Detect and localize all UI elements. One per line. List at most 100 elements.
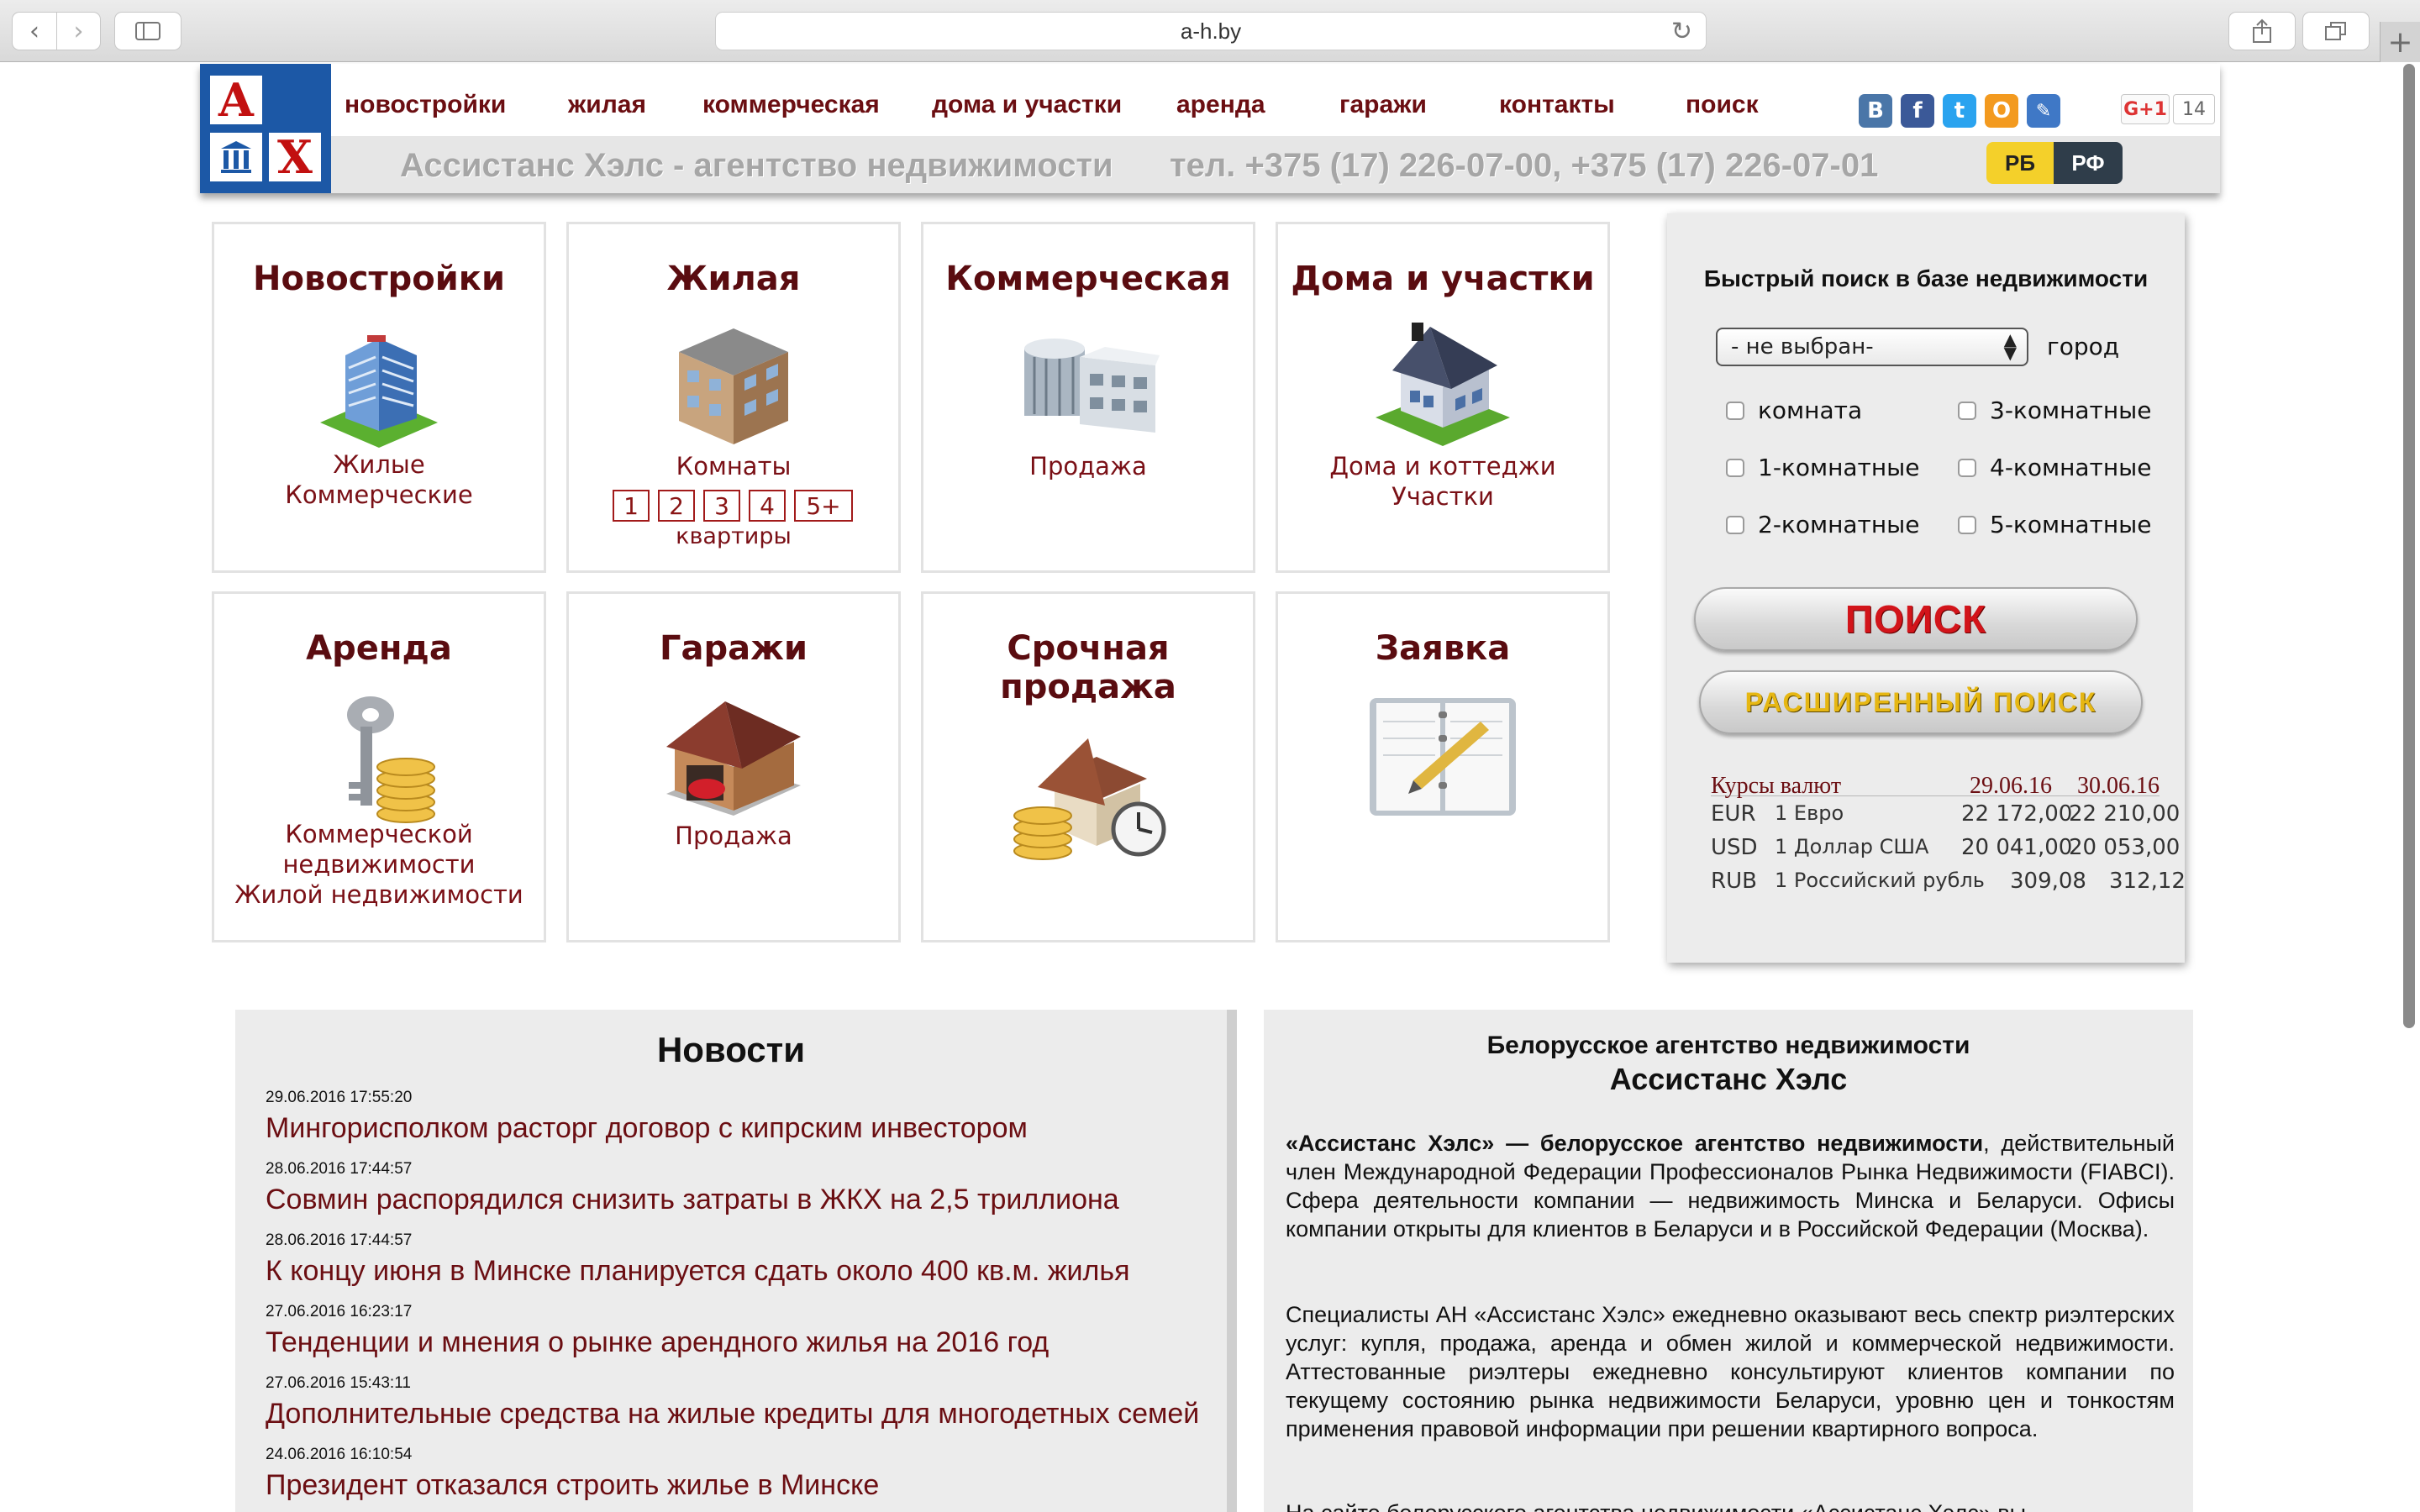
news-title-link[interactable]: Дополнительные средства на жилые кредиты… <box>266 1398 1199 1431</box>
news-title-link[interactable]: Тенденции и мнения о рынке арендного жил… <box>266 1326 1049 1359</box>
address-bar[interactable]: a-h.by ↻ <box>715 12 1707 50</box>
rooms-5plus-link[interactable]: 5+ <box>794 490 853 522</box>
tile-novostroyki[interactable]: Новостройки Жилые Коммерческие <box>212 222 546 573</box>
browser-toolbar: ‹ › a-h.by ↻ + <box>0 0 2420 62</box>
news-title-link[interactable]: Совмин распорядился снизить затраты в ЖК… <box>266 1184 1119 1216</box>
tile-zayavka[interactable]: Заявка <box>1276 591 1610 942</box>
about-paragraph-2: Специалисты АН «Ассистанс Хэлс» ежедневн… <box>1286 1302 2175 1441</box>
checkbox-box[interactable] <box>1726 515 1744 534</box>
page-scrollbar[interactable] <box>2403 64 2415 1028</box>
tile-garazhi[interactable]: Гаражи Продажа <box>566 591 901 942</box>
city-select[interactable]: - не выбран- ▲ ▼ <box>1716 328 2028 366</box>
link-icon[interactable]: ✎ <box>2027 94 2060 128</box>
rate-value1: 309,08 <box>2010 869 2086 894</box>
menu-arenda[interactable]: аренда <box>1176 91 1265 119</box>
checkbox-label: 2-комнатные <box>1758 511 1920 538</box>
tabs-overview-button[interactable] <box>2302 12 2370 50</box>
link-komnaty[interactable]: Комнаты <box>569 451 898 481</box>
link-kommercheskie[interactable]: Коммерческие <box>214 480 544 510</box>
news-item: 27.06.2016 16:23:17 Тенденции и мнения о… <box>266 1303 1049 1359</box>
news-section: Новости 29.06.2016 17:55:20 Мингорисполк… <box>235 1010 1237 1512</box>
tabs-icon <box>2325 22 2346 40</box>
menu-poisk[interactable]: поиск <box>1686 91 1759 119</box>
site-phones: тел. +375 (17) 226-07-00, +375 (17) 226-… <box>1170 147 1879 184</box>
tile-arenda[interactable]: Аренда Коммерческой недвижимости Жилой н… <box>212 591 546 942</box>
news-title-link[interactable]: Мингорисполком расторг договор с кипрски… <box>266 1112 1028 1145</box>
gplus-button[interactable]: G+1 <box>2121 94 2170 124</box>
checkbox-box[interactable] <box>1958 515 1976 534</box>
rate-row: USD 1 Доллар США 20 041,00 20 053,00 <box>1711 830 2180 864</box>
menu-kontakty[interactable]: контакты <box>1499 91 1615 119</box>
city-label: город <box>2047 333 2120 360</box>
tile-title: Аренда <box>306 629 452 668</box>
facebook-icon[interactable]: f <box>1901 94 1934 128</box>
site-tagline: Ассистанс Хэлс - агентство недвижимости <box>400 147 1113 184</box>
rate-name: 1 Российский рубль <box>1775 869 1985 892</box>
tile-doma-i-uchastki[interactable]: Дома и участки Дома и коттеджи Участки <box>1276 222 1610 573</box>
country-rb-button[interactable]: РБ <box>1986 142 2054 184</box>
menu-zhilaya[interactable]: жилая <box>568 91 646 119</box>
news-item: 29.06.2016 17:55:20 Мингорисполком расто… <box>266 1089 1028 1145</box>
vk-icon[interactable]: В <box>1859 94 1892 128</box>
advanced-search-button[interactable]: РАСШИРЕННЫЙ ПОИСК <box>1699 670 2143 734</box>
rooms-4-link[interactable]: 4 <box>749 490 786 522</box>
link-arenda-kommercheskoy[interactable]: Коммерческой <box>214 819 544 849</box>
share-button[interactable] <box>2228 12 2296 50</box>
logo-letter-a: А <box>210 73 262 127</box>
new-tab-button[interactable]: + <box>2380 22 2420 62</box>
checkbox-komnata[interactable]: комната <box>1726 396 1862 424</box>
back-icon[interactable]: ‹ <box>13 13 56 50</box>
twitter-icon[interactable]: t <box>1943 94 1976 128</box>
rate-value1: 22 172,00 <box>1961 801 2073 827</box>
rooms-1-link[interactable]: 1 <box>613 490 650 522</box>
tile-title: Срочная продажа <box>1000 629 1176 706</box>
news-title-link[interactable]: К концу июня в Минске планируется сдать … <box>266 1255 1130 1288</box>
gplus-count: 14 <box>2173 94 2215 124</box>
news-title-link[interactable]: Президент отказался строить жилье в Минс… <box>266 1469 879 1502</box>
news-date: 28.06.2016 17:44:57 <box>266 1231 413 1249</box>
odnoklassniki-icon[interactable]: О <box>1985 94 2018 128</box>
menu-novostroyki[interactable]: новостройки <box>345 91 506 119</box>
site-logo[interactable]: А Х <box>200 64 331 193</box>
checkbox-box[interactable] <box>1958 458 1976 477</box>
rooms-2-link[interactable]: 2 <box>658 490 695 522</box>
news-date: 27.06.2016 16:23:17 <box>266 1303 413 1320</box>
link-prodazha-garazhi[interactable]: Продажа <box>569 821 898 851</box>
rooms-3-link[interactable]: 3 <box>703 490 740 522</box>
sidebar-toggle-button[interactable] <box>114 12 182 50</box>
tile-kommercheskaya[interactable]: Коммерческая Продажа <box>921 222 1255 573</box>
about-lead: «Ассистанс Хэлс» — белорусское агентство… <box>1286 1131 1984 1156</box>
link-prodazha-kommercheskaya[interactable]: Продажа <box>923 451 1253 481</box>
reload-icon[interactable]: ↻ <box>1671 17 1692 46</box>
forward-icon[interactable]: › <box>55 13 100 50</box>
checkbox-2-komnatnye[interactable]: 2-комнатные <box>1726 511 1920 538</box>
country-rf-button[interactable]: РФ <box>2054 142 2123 184</box>
menu-doma-i-uchastki[interactable]: дома и участки <box>932 91 1122 119</box>
checkbox-label: 5-комнатные <box>1990 511 2152 538</box>
tile-zhilaya[interactable]: Жилая Комнаты 1 2 3 4 5+ квартиры <box>566 222 901 573</box>
link-doma-i-kottedzhi[interactable]: Дома и коттеджи <box>1278 451 1607 481</box>
search-button[interactable]: ПОИСК <box>1694 587 2138 651</box>
link-uchastki[interactable]: Участки <box>1278 481 1607 512</box>
menu-kommercheskaya[interactable]: коммерческая <box>702 91 880 119</box>
checkbox-1-komnatnye[interactable]: 1-комнатные <box>1726 454 1920 481</box>
checkbox-box[interactable] <box>1958 401 1976 420</box>
checkbox-5-komnatnye[interactable]: 5-комнатные <box>1958 511 2152 538</box>
tile-srochnaya-prodazha[interactable]: Срочная продажа <box>921 591 1255 942</box>
link-arenda-nedvizhimosti[interactable]: недвижимости <box>214 849 544 879</box>
address-text: a-h.by <box>1180 18 1242 44</box>
checkbox-box[interactable] <box>1726 401 1744 420</box>
checkbox-4-komnatnye[interactable]: 4-комнатные <box>1958 454 2152 481</box>
news-heading: Новости <box>656 1030 806 1069</box>
checkbox-3-komnatnye[interactable]: 3-комнатные <box>1958 396 2152 424</box>
about-paragraph-3: На сайте белорусского агентства недвижим… <box>1286 1499 2175 1512</box>
news-date: 27.06.2016 15:43:11 <box>266 1374 411 1392</box>
menu-garazhi[interactable]: гаражи <box>1339 91 1427 119</box>
checkbox-box[interactable] <box>1726 458 1744 477</box>
key-coins-icon <box>347 696 435 823</box>
link-arenda-zhiloy[interactable]: Жилой недвижимости <box>214 879 544 910</box>
about-section: Белорусское агентство недвижимости Ассис… <box>1264 1010 2193 1512</box>
rate-name: 1 Доллар США <box>1775 835 1929 858</box>
rate-row: EUR 1 Евро 22 172,00 22 210,00 <box>1711 796 2180 830</box>
link-zhilye[interactable]: Жилые <box>214 449 544 480</box>
